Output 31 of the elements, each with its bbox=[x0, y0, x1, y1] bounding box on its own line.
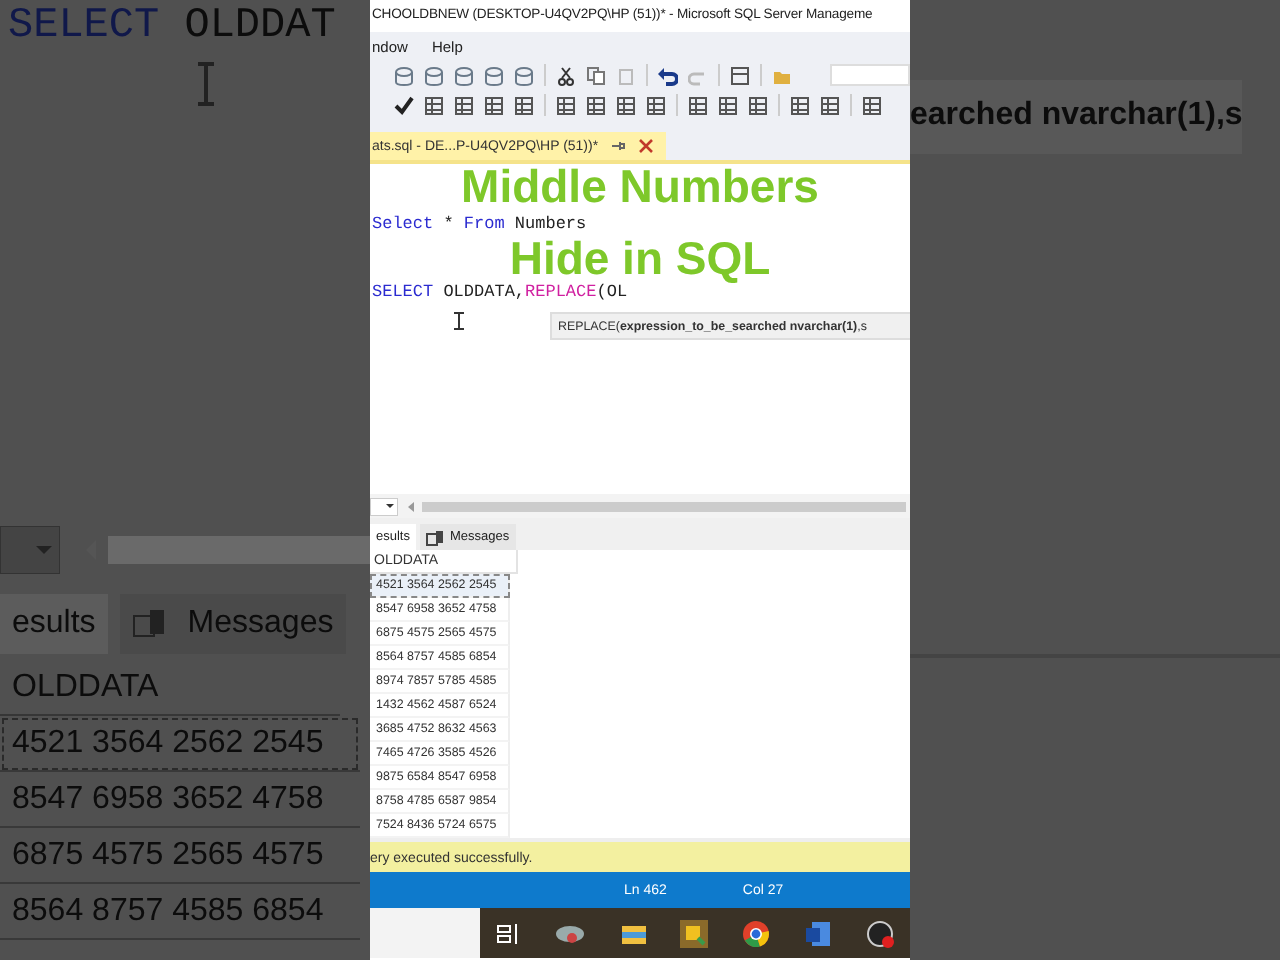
task-view-icon[interactable] bbox=[496, 921, 521, 945]
document-app-icon[interactable] bbox=[803, 919, 832, 947]
folder-icon[interactable] bbox=[619, 921, 648, 945]
code-line: Select * From Numbers bbox=[372, 214, 587, 234]
undo-icon[interactable] bbox=[658, 65, 678, 85]
copy-icon[interactable] bbox=[586, 65, 606, 85]
column-header: OLDDATA bbox=[0, 654, 340, 716]
grid-icon[interactable] bbox=[616, 95, 636, 115]
grid-icon[interactable] bbox=[424, 95, 444, 115]
code-line: SELECT OLDDAT bbox=[6, 2, 336, 50]
grid-icon[interactable] bbox=[556, 95, 576, 115]
grid-icon[interactable] bbox=[514, 95, 534, 115]
app-icon[interactable] bbox=[554, 921, 587, 945]
notes-app-icon[interactable] bbox=[680, 919, 709, 947]
grid-icon[interactable] bbox=[646, 95, 666, 115]
tooltip: earched nvarchar(1),s bbox=[910, 80, 1243, 154]
overlay-caption: Hide in SQL bbox=[509, 236, 771, 280]
checkmark-icon[interactable] bbox=[394, 95, 414, 115]
zoom-dropdown[interactable] bbox=[370, 497, 398, 515]
code-line: SELECT OLDDATA,REPLACE(OL bbox=[372, 282, 628, 302]
grid-icon[interactable] bbox=[484, 95, 504, 115]
scissors-icon[interactable] bbox=[556, 65, 576, 85]
pin-icon[interactable] bbox=[610, 138, 627, 154]
overlay-caption: Middle Numbers bbox=[461, 164, 819, 208]
search-field[interactable] bbox=[830, 64, 910, 86]
close-icon[interactable] bbox=[638, 138, 655, 154]
record-app-icon[interactable] bbox=[865, 919, 894, 947]
horizontal-scrollbar[interactable] bbox=[406, 497, 906, 515]
browser-icon[interactable] bbox=[742, 919, 771, 947]
text-cursor-icon[interactable] bbox=[454, 312, 464, 330]
message-icon[interactable] bbox=[425, 529, 444, 545]
